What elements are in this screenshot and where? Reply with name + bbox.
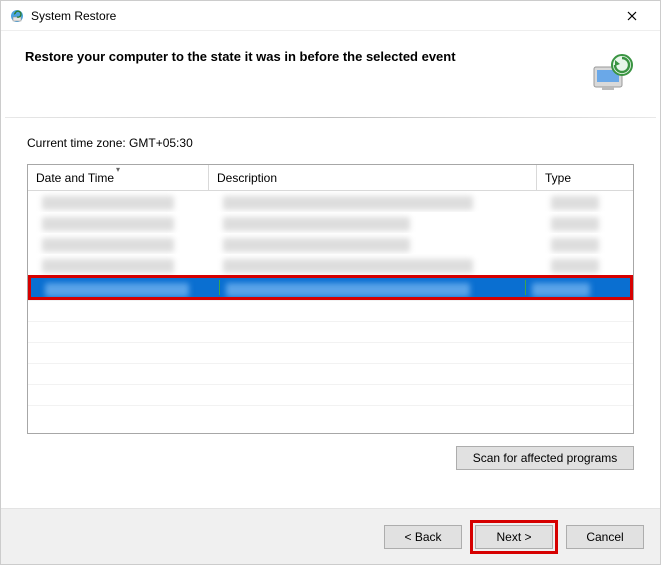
grid-header: Date and Time ▾ Description Type <box>28 165 633 191</box>
restore-program-icon <box>9 8 25 24</box>
system-restore-window: System Restore Restore your computer to … <box>0 0 661 565</box>
next-button[interactable]: Next > <box>475 525 553 549</box>
table-row[interactable] <box>28 342 633 363</box>
sort-descending-icon: ▾ <box>116 165 120 174</box>
timezone-label: Current time zone: GMT+05:30 <box>27 136 634 150</box>
table-row[interactable] <box>28 191 633 212</box>
table-row[interactable] <box>28 321 633 342</box>
table-row[interactable] <box>28 212 633 233</box>
table-row[interactable] <box>28 254 633 275</box>
next-button-highlight: Next > <box>470 520 558 554</box>
scan-affected-programs-button[interactable]: Scan for affected programs <box>456 446 634 470</box>
restore-large-icon <box>588 49 636 97</box>
table-row[interactable] <box>28 300 633 321</box>
header-instruction: Restore your computer to the state it wa… <box>25 49 456 64</box>
table-row[interactable] <box>28 405 633 426</box>
cancel-button[interactable]: Cancel <box>566 525 644 549</box>
header-area: Restore your computer to the state it wa… <box>1 31 660 117</box>
table-row[interactable] <box>28 363 633 384</box>
table-row-selected[interactable] <box>28 275 633 300</box>
content-area: Current time zone: GMT+05:30 Date and Ti… <box>1 118 660 508</box>
table-row[interactable] <box>28 233 633 254</box>
window-title: System Restore <box>31 9 612 23</box>
column-header-description[interactable]: Description <box>209 165 537 190</box>
close-button[interactable] <box>612 2 652 30</box>
column-header-datetime-label: Date and Time <box>36 171 114 185</box>
back-button[interactable]: < Back <box>384 525 462 549</box>
column-header-type[interactable]: Type <box>537 165 633 190</box>
scan-row: Scan for affected programs <box>27 446 634 470</box>
table-row[interactable] <box>28 384 633 405</box>
titlebar: System Restore <box>1 1 660 31</box>
wizard-footer: < Back Next > Cancel <box>1 508 660 564</box>
grid-body <box>28 191 633 433</box>
restore-points-grid[interactable]: Date and Time ▾ Description Type <box>27 164 634 434</box>
column-header-datetime[interactable]: Date and Time ▾ <box>28 165 209 190</box>
